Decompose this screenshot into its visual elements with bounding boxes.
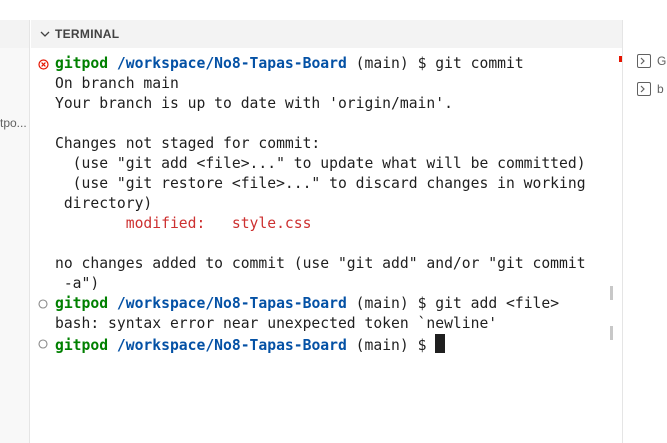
error-decoration-icon[interactable] xyxy=(37,54,49,74)
terminal-tabs-list: G b xyxy=(623,20,667,443)
output-line: -a") xyxy=(55,275,100,292)
prompt-user: gitpod xyxy=(55,337,109,354)
chevron-down-icon[interactable] xyxy=(37,26,53,42)
terminal-tab-label: b xyxy=(657,82,664,96)
output-line-modified: modified: style.css xyxy=(55,214,312,234)
prompt-path: /workspace/No8-Tapas-Board xyxy=(116,295,347,312)
output-line: directory) xyxy=(55,195,153,212)
prompt-path: /workspace/No8-Tapas-Board xyxy=(116,337,347,354)
prompt-user: gitpod xyxy=(55,295,109,312)
prompt-line-2: gitpod /workspace/No8-Tapas-Board (main)… xyxy=(55,294,559,314)
command-text: git add <file> xyxy=(435,295,560,312)
scrollbar-mark[interactable] xyxy=(610,286,613,300)
terminal-tab[interactable]: G xyxy=(637,51,667,71)
left-sidebar-truncated-item[interactable]: tpo... xyxy=(0,116,30,130)
prompt-path: /workspace/No8-Tapas-Board xyxy=(116,55,347,72)
output-line: no changes added to commit (use "git add… xyxy=(55,255,586,272)
top-strip xyxy=(0,0,667,20)
prompt-suffix: (main) $ xyxy=(346,295,436,312)
output-line: On branch main xyxy=(55,75,179,92)
scrollbar-mark[interactable] xyxy=(610,326,613,340)
terminal-panel-header[interactable]: TERMINAL xyxy=(31,20,622,48)
output-line-error: bash: syntax error near unexpected token… xyxy=(55,315,498,332)
command-text: git commit xyxy=(435,55,524,72)
terminal-icon xyxy=(637,82,651,96)
output-line: (use "git add <file>..." to update what … xyxy=(55,155,586,172)
prompt-user: gitpod xyxy=(55,55,109,72)
prompt-suffix: (main) $ xyxy=(346,55,436,72)
terminal-tab[interactable]: b xyxy=(637,79,667,99)
output-line: Your branch is up to date with 'origin/m… xyxy=(55,95,453,112)
output-line: (use "git restore <file>..." to discard … xyxy=(55,175,586,192)
terminal-cursor xyxy=(435,334,446,353)
prompt-line-1: gitpod /workspace/No8-Tapas-Board (main)… xyxy=(55,54,524,74)
command-decoration-icon[interactable] xyxy=(37,294,49,314)
modified-file: style.css xyxy=(231,215,312,232)
prompt-line-3[interactable]: gitpod /workspace/No8-Tapas-Board (main)… xyxy=(55,334,446,354)
prompt-suffix: (main) $ xyxy=(346,337,436,354)
panel-title: TERMINAL xyxy=(55,27,120,41)
terminal-output[interactable]: gitpod /workspace/No8-Tapas-Board (main)… xyxy=(31,48,622,443)
terminal-tab-label: G xyxy=(657,54,667,68)
left-sidebar-header xyxy=(0,20,29,48)
modified-label: modified: xyxy=(55,215,232,232)
command-decoration-icon[interactable] xyxy=(37,334,49,354)
output-line: Changes not staged for commit: xyxy=(55,135,321,152)
left-sidebar: tpo... xyxy=(0,20,30,443)
terminal-icon xyxy=(637,54,651,68)
